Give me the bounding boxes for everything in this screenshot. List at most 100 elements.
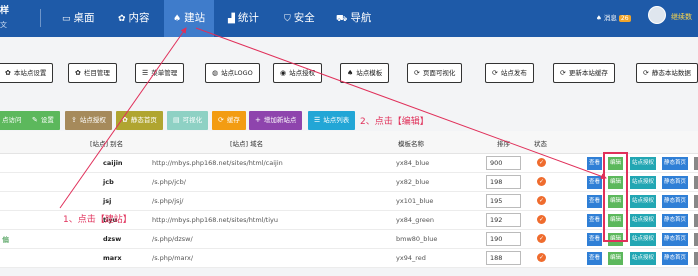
avatar[interactable] xyxy=(648,6,666,24)
more-button[interactable] xyxy=(694,176,698,189)
sort-input[interactable]: 198 xyxy=(486,175,521,189)
nav-content[interactable]: ✿ 内容 xyxy=(118,0,150,37)
table-row: dzsw/s.php/dzsw/bmw80_blue 190 ✓ 查看 编辑 站点授权 静态… xyxy=(0,230,698,249)
domain-cell[interactable]: /s.php/marx/ xyxy=(152,254,193,262)
nav-label: 桌面 xyxy=(73,12,95,24)
nav-label: 内容 xyxy=(128,12,150,24)
site-list-button[interactable]: ☰ 站点列表 xyxy=(308,111,356,130)
site-auth-op-button[interactable]: 站点授权 xyxy=(630,233,657,246)
messages-label: 消息 xyxy=(603,14,617,22)
nav-label: 建站 xyxy=(184,12,206,24)
site-toolbar: ✿ 本站点设置 ✿ 栏目管理 ☰ 菜单管理 ◍ 站点LOGO ◉ 站点授权 ♠ 站点模板 ⟳… xyxy=(0,63,698,87)
alias-cell: jsj xyxy=(103,197,112,205)
nav-divider xyxy=(40,9,41,27)
user-name[interactable]: 继续数 xyxy=(671,12,692,22)
domain-cell[interactable]: http://mbys.php168.net/sites/html/tiyu xyxy=(152,216,278,224)
visualize-button[interactable]: ▤ 可视化 xyxy=(167,111,209,130)
chart-icon: ▟ xyxy=(228,14,235,24)
static-home-op-button[interactable]: 静态首页 xyxy=(662,176,689,189)
static-home-op-button[interactable]: 静态首页 xyxy=(662,157,689,170)
header-domain: [站点] 域名 xyxy=(230,140,264,148)
cache-button[interactable]: ⟳ 缓存 xyxy=(212,111,246,130)
template-cell: yx84_green xyxy=(396,216,434,224)
site-auth-op-button[interactable]: 站点授权 xyxy=(630,195,657,208)
nav-navigation[interactable]: ⛟ 导航 xyxy=(336,0,371,37)
view-button[interactable]: 查看 xyxy=(587,195,603,208)
edit-button[interactable]: 编辑 xyxy=(608,252,624,265)
domain-cell[interactable]: /s.php/jcb/ xyxy=(152,178,186,186)
sort-input[interactable]: 192 xyxy=(486,213,521,227)
view-button[interactable]: 查看 xyxy=(587,157,603,170)
sort-input[interactable]: 900 xyxy=(486,156,521,170)
more-button[interactable] xyxy=(694,157,698,170)
site-settings-button[interactable]: ✿ 本站点设置 xyxy=(0,63,54,83)
sort-input[interactable]: 195 xyxy=(486,194,521,208)
view-button[interactable]: 查看 xyxy=(587,233,603,246)
static-home-op-button[interactable]: 静态首页 xyxy=(662,233,689,246)
status-check-icon[interactable]: ✓ xyxy=(537,215,546,224)
domain-cell[interactable]: /s.php/dzsw/ xyxy=(152,235,193,243)
messages-link[interactable]: ♠ 消息 26 xyxy=(596,12,631,22)
edit-column-highlight xyxy=(603,152,628,242)
refresh-icon: ⟳ xyxy=(218,116,224,124)
nav-desktop[interactable]: ▭ 桌面 xyxy=(62,0,95,37)
column-manage-button[interactable]: ✿ 栏目管理 xyxy=(68,63,117,83)
visit-site-button[interactable]: 点访问 xyxy=(0,111,28,130)
site-auth-op-button[interactable]: 站点授权 xyxy=(630,157,657,170)
annotation-step1: 1、点击【建站】 xyxy=(63,215,132,225)
annotation-step2: 2、点击【编辑】 xyxy=(360,117,429,127)
update-cache-button[interactable]: ⟳ 更新本站缓存 xyxy=(553,63,615,83)
nav-security[interactable]: ⛉ 安全 xyxy=(284,0,315,37)
status-check-icon[interactable]: ✓ xyxy=(537,253,546,262)
flag-label: 偏 xyxy=(2,236,9,244)
site-publish-button[interactable]: ⟳ 站点发布 xyxy=(485,63,534,83)
site-template-button[interactable]: ♠ 站点模板 xyxy=(340,63,390,83)
static-home-op-button[interactable]: 静态首页 xyxy=(662,214,689,227)
site-auth-op-button[interactable]: 站点授权 xyxy=(630,252,657,265)
static-home-button[interactable]: ✿ 静态首页 xyxy=(116,111,163,130)
messages-count-badge: 26 xyxy=(618,15,631,22)
template-cell: yx84_blue xyxy=(396,159,430,167)
refresh-icon: ⟳ xyxy=(492,69,498,77)
site-auth-button[interactable]: ◉ 站点授权 xyxy=(273,63,323,83)
list-icon: ☰ xyxy=(314,116,321,124)
domain-cell[interactable]: /s.php/jsj/ xyxy=(152,197,183,205)
status-check-icon[interactable]: ✓ xyxy=(537,158,546,167)
menu-manage-button[interactable]: ☰ 菜单管理 xyxy=(135,63,185,83)
site-auth-op-button[interactable]: 站点授权 xyxy=(630,214,657,227)
sort-input[interactable]: 190 xyxy=(486,232,521,246)
view-button[interactable]: 查看 xyxy=(587,252,603,265)
domain-cell[interactable]: http://mbys.php168.net/sites/html/caijin xyxy=(152,159,283,167)
static-home-op-button[interactable]: 静态首页 xyxy=(662,195,689,208)
monitor-icon: ▭ xyxy=(62,14,71,24)
more-button[interactable] xyxy=(694,195,698,208)
shield-icon: ⛉ xyxy=(284,14,291,24)
site-auth-op-button[interactable]: 站点授权 xyxy=(630,176,657,189)
upload-icon: ⇪ xyxy=(71,116,77,124)
add-site-button[interactable]: + 增加新站点 xyxy=(249,111,303,130)
more-button[interactable] xyxy=(694,233,698,246)
gear-icon: ✿ xyxy=(5,69,11,77)
settings-button[interactable]: ✎ 设置 xyxy=(26,111,60,130)
plus-icon: + xyxy=(255,116,261,124)
static-home-op-button[interactable]: 静态首页 xyxy=(662,252,689,265)
status-check-icon[interactable]: ✓ xyxy=(537,196,546,205)
page-visual-button[interactable]: ⟳ 页面可视化 xyxy=(407,63,463,83)
more-button[interactable] xyxy=(694,214,698,227)
status-check-icon[interactable]: ✓ xyxy=(537,234,546,243)
header-alias: [站点] 别名 xyxy=(90,140,124,148)
status-check-icon[interactable]: ✓ xyxy=(537,177,546,186)
view-button[interactable]: 查看 xyxy=(587,214,603,227)
more-button[interactable] xyxy=(694,252,698,265)
site-auth-action-button[interactable]: ⇪ 站点授权 xyxy=(65,111,112,130)
template-cell: yx101_blue xyxy=(396,197,434,205)
sort-input[interactable]: 188 xyxy=(486,251,521,265)
nav-stats[interactable]: ▟ 统计 xyxy=(228,0,259,37)
nav-site-build[interactable]: ♠ 建站 xyxy=(164,0,215,37)
site-logo-button[interactable]: ◍ 站点LOGO xyxy=(205,63,260,83)
view-button[interactable]: 查看 xyxy=(587,176,603,189)
static-data-button[interactable]: ⟳ 静态本站数据 xyxy=(636,63,698,83)
bell-icon: ♠ xyxy=(173,14,182,24)
alias-cell: dzsw xyxy=(103,235,122,243)
image-icon: ◍ xyxy=(212,69,219,77)
